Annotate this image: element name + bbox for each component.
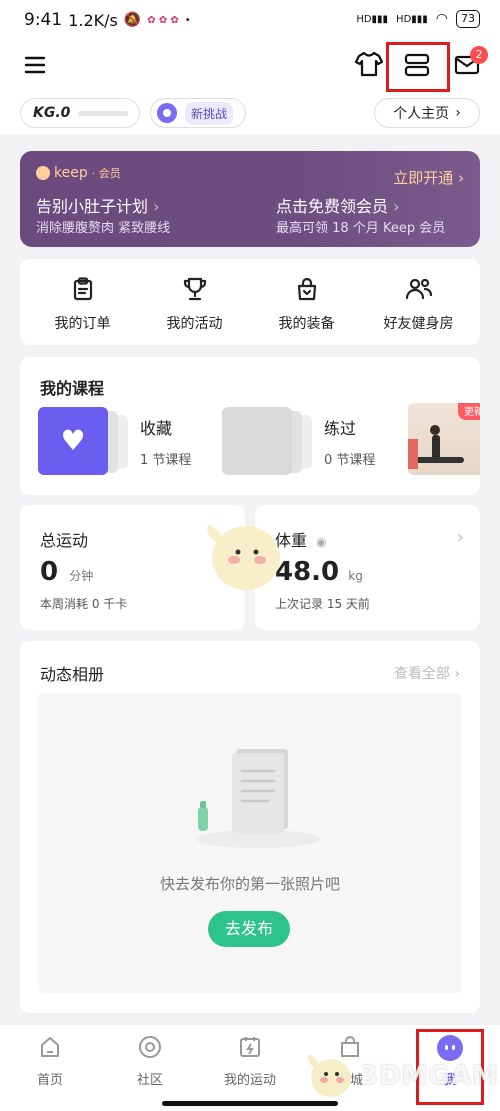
mascot-watermark: [207, 524, 280, 590]
vip-open-now[interactable]: 立即开通 ›: [393, 167, 464, 188]
challenge-icon: [157, 103, 177, 123]
total-sub: 本周消耗 0 千卡: [40, 597, 128, 611]
top-bar: 2: [0, 42, 500, 94]
course-thumb-yoga[interactable]: 更新: [408, 403, 480, 475]
vip-banner[interactable]: keep · 会员 立即开通 › 告别小肚子计划 › 消除腰腹赘肉 紧致腰线 点…: [20, 151, 480, 247]
mute-icon: 🔕: [123, 12, 142, 28]
shortcut-friends-gym-label: 好友健身房: [383, 316, 454, 332]
update-tag: 更新: [458, 403, 480, 420]
trophy-icon: [183, 277, 206, 301]
shortcut-equipment[interactable]: 我的装备: [249, 277, 364, 333]
course-collect[interactable]: ♥ 收藏 1 节课程: [38, 407, 218, 477]
level-progress: [78, 110, 129, 116]
status-left: 9:41 1.2K/s 🔕 ✿ ✿ ✿ •: [24, 10, 191, 30]
vip-plan-title-text: 告别小肚子计划: [36, 197, 149, 216]
server-icon[interactable]: [404, 52, 430, 78]
tab-home[interactable]: 首页: [0, 1035, 100, 1088]
vip-plan-sub: 消除腰腹赘肉 紧致腰线: [36, 221, 171, 236]
weight-unit: kg: [348, 569, 363, 583]
watermark-3dmgame: 3DMGAME: [304, 1050, 500, 1102]
home-icon: [41, 1037, 59, 1057]
shortcut-orders[interactable]: 我的订单: [25, 277, 140, 333]
message-badge: 2: [470, 46, 488, 64]
courses-card: 我的课程 ♥ 收藏 1 节课程 练过 0 节课程 更新: [20, 357, 480, 495]
tab-community-label: 社区: [136, 1073, 163, 1088]
empty-paper-icon: [196, 749, 320, 848]
album-view-all-label: 查看全部: [393, 666, 450, 682]
album-view-all[interactable]: 查看全部 ›: [394, 663, 460, 683]
signal2-icon: HD▮▮▮: [396, 13, 428, 25]
total-title: 总运动: [40, 531, 89, 550]
practiced-count: 0 节课程: [324, 453, 376, 468]
friends-icon: [405, 278, 432, 300]
challenge-pill[interactable]: 新挑战: [150, 98, 246, 128]
community-icon: [139, 1036, 161, 1058]
dot-icon: •: [184, 14, 191, 26]
yoga-figure-icon: [430, 425, 440, 435]
tab-my-sports[interactable]: 我的运动: [200, 1035, 300, 1088]
signal-icon: HD▮▮▮: [356, 13, 389, 25]
clipboard-icon: [73, 277, 92, 301]
level-label: KG.0: [33, 105, 71, 121]
level-pill[interactable]: KG.0: [20, 98, 140, 128]
total-value: 0: [40, 557, 59, 587]
tab-my-sports-label: 我的运动: [223, 1073, 276, 1088]
heart-icon: ♥: [60, 424, 86, 457]
notification-icons: ✿ ✿ ✿: [147, 14, 179, 26]
bag-icon: [297, 277, 316, 301]
homepage-button[interactable]: 个人主页 ›: [374, 98, 480, 128]
shortcut-activities[interactable]: 我的活动: [137, 277, 252, 333]
vip-brand: keep · 会员: [36, 165, 121, 181]
album-card: 动态相册 查看全部 › 快去发布你的第一张照片吧 去发布: [20, 641, 480, 1013]
vip-free-title[interactable]: 点击免费领会员 ›: [276, 193, 400, 217]
tshirt-icon[interactable]: [354, 50, 384, 78]
status-bar: 9:41 1.2K/s 🔕 ✿ ✿ ✿ • HD▮▮▮ HD▮▮▮ ◠ 73: [0, 0, 500, 44]
tab-home-label: 首页: [36, 1073, 63, 1088]
battery-icon: 73: [456, 10, 480, 28]
calendar-icon: [240, 1037, 260, 1057]
collect-count: 1 节课程: [140, 453, 192, 468]
practiced-thumb: [222, 407, 292, 475]
menu-icon[interactable]: [24, 54, 46, 76]
vip-brand-name: keep: [54, 165, 88, 181]
chevron-right-icon: ›: [456, 527, 464, 548]
keep-logo-icon: [36, 166, 50, 180]
vip-open-now-label: 立即开通: [393, 169, 454, 187]
album-title: 动态相册: [40, 665, 105, 684]
vip-free-title-text: 点击免费领会员: [276, 197, 389, 216]
collect-thumb: ♥: [38, 407, 108, 475]
homepage-label: 个人主页: [393, 106, 450, 122]
status-speed: 1.2K/s: [68, 10, 118, 30]
shortcut-friends-gym[interactable]: 好友健身房: [361, 277, 476, 333]
watermark-mascot-icon: [308, 1054, 351, 1097]
total-value-row: 0 分钟: [40, 557, 93, 587]
album-empty-area: 快去发布你的第一张照片吧 去发布: [38, 693, 462, 993]
publish-button[interactable]: 去发布: [208, 911, 290, 947]
shortcut-activities-label: 我的活动: [166, 316, 223, 332]
album-empty-text: 快去发布你的第一张照片吧: [159, 875, 340, 893]
vip-free-sub: 最高可领 18 个月 Keep 会员: [276, 221, 446, 236]
level-row: KG.0 新挑战 个人主页 ›: [0, 94, 500, 134]
tab-community[interactable]: 社区: [100, 1035, 200, 1088]
vip-plan-title[interactable]: 告别小肚子计划 ›: [36, 193, 160, 217]
shortcuts-card: 我的订单 我的活动 我的装备 好友健身房: [20, 259, 480, 345]
course-practiced[interactable]: 练过 0 节课程: [222, 407, 402, 477]
shortcut-equipment-label: 我的装备: [278, 316, 335, 332]
wifi-icon: ◠: [435, 11, 448, 27]
collect-label: 收藏: [140, 419, 173, 438]
status-right: HD▮▮▮ HD▮▮▮ ◠ 73: [356, 10, 480, 28]
challenge-label: 新挑战: [185, 101, 234, 125]
watermark-text: 3DMGAME: [360, 1061, 500, 1091]
shortcut-orders-label: 我的订单: [54, 316, 111, 332]
vip-brand-suffix: · 会员: [91, 167, 121, 180]
chevron-right-icon: ›: [455, 105, 461, 121]
status-time: 9:41: [24, 10, 63, 30]
total-unit: 分钟: [69, 569, 94, 583]
courses-title: 我的课程: [40, 379, 105, 398]
eye-icon: ◉: [316, 535, 327, 549]
practiced-label: 练过: [324, 419, 357, 438]
